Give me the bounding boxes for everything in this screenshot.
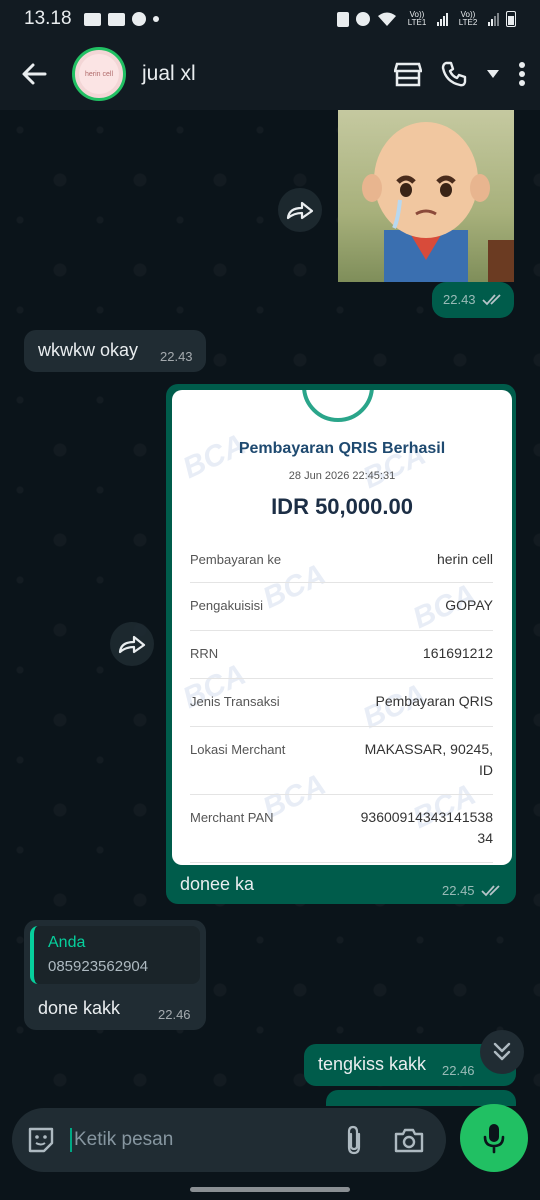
payment-receipt-image[interactable]: BCA BCA BCA BCA BCA BCA BCA BCA Pembayar… <box>172 390 512 865</box>
dropdown-icon[interactable] <box>486 69 500 79</box>
forward-button[interactable] <box>110 622 154 666</box>
row-value: 9360091434314153​8 <box>360 809 493 825</box>
message-input-placeholder: Ketik pesan <box>74 1129 174 1150</box>
app-icon <box>131 12 146 26</box>
receipt-row: Pembayaran ke herin cell <box>190 536 493 583</box>
receipt-row: Pengakuisisi GOPAY <box>190 582 493 631</box>
quoted-message[interactable]: Anda 085923562904 <box>30 926 200 984</box>
sticker-image[interactable] <box>338 110 514 282</box>
message-time: 22.45 <box>442 883 475 898</box>
message-time: 22.46 <box>442 1063 475 1078</box>
row-label: Lokasi Merchant <box>190 742 286 757</box>
lock-icon <box>337 11 349 27</box>
scroll-to-bottom-button[interactable] <box>480 1030 524 1074</box>
voice-record-button[interactable] <box>460 1104 528 1172</box>
chat-header: herin cell jual xl <box>0 38 540 110</box>
back-arrow-icon <box>22 63 47 85</box>
crying-character-sticker <box>362 122 514 282</box>
composer-actions <box>344 1125 424 1155</box>
chat-area[interactable]: 22.43 wkwkw okay 22.43 BCA BCA BCA BCA B… <box>0 110 540 1106</box>
sim2-label: Vo)) LTE2 <box>458 10 478 27</box>
battery-icon <box>506 11 516 27</box>
camera-icon[interactable] <box>394 1127 424 1153</box>
row-label: Pengakuisisi <box>190 598 263 613</box>
wifi-icon <box>378 12 396 26</box>
message-time: 22.43 <box>443 292 476 307</box>
avatar[interactable]: herin cell <box>72 47 126 101</box>
sim1-label: Vo)) LTE1 <box>407 10 427 27</box>
forward-button[interactable] <box>278 188 322 232</box>
more-vert-icon[interactable] <box>518 61 526 87</box>
receipt-datetime: 28 Jun 2026 22:45:31 <box>288 470 396 482</box>
shop-icon[interactable] <box>394 61 422 87</box>
row-value: 161691212 <box>422 645 493 661</box>
avatar-image: herin cell <box>79 54 119 94</box>
row-label: Merchant PAN <box>190 810 274 825</box>
incoming-message[interactable]: wkwkw okay 22.43 <box>24 330 206 372</box>
message-time: 22.43 <box>160 349 193 364</box>
home-indicator[interactable] <box>190 1187 350 1192</box>
forward-icon <box>286 201 314 220</box>
message-text: wkwkw okay <box>38 340 139 360</box>
quote-text: 085923562904 <box>48 958 149 975</box>
notification-icons <box>83 12 159 26</box>
row-label: Jenis Transaksi <box>190 694 280 709</box>
row-value-line2: ID <box>479 762 493 778</box>
message-text: tengkiss kakk <box>318 1054 427 1074</box>
receipt-row: RRN 161691212 <box>190 630 493 679</box>
message-input[interactable]: Ketik pesan <box>70 1128 173 1152</box>
phone-icon[interactable] <box>440 60 468 88</box>
status-time: 13.18 <box>24 8 72 29</box>
sticker-icon[interactable] <box>26 1125 56 1155</box>
message-composer: Ketik pesan <box>12 1108 446 1172</box>
receipt-row: Merchant PAN 9360091434314153​8 34 <box>190 794 493 863</box>
signal-icon-1 <box>437 12 448 26</box>
text-cursor <box>70 1128 72 1152</box>
image-caption: donee ka <box>180 874 255 894</box>
success-check-icon <box>302 390 374 422</box>
more-notifications-icon <box>152 16 159 22</box>
signal-icon-2 <box>488 12 499 26</box>
row-value: GOPAY <box>445 597 493 613</box>
receipt-row: Lokasi Merchant MAKASSAR, 90245, ID <box>190 726 493 795</box>
youtube-icon <box>107 12 125 26</box>
message-meta: 22.45 <box>442 883 503 898</box>
row-value-line2: 34 <box>477 830 493 846</box>
attach-icon[interactable] <box>344 1125 364 1155</box>
row-label: RRN <box>190 646 219 661</box>
message-text: done kakk <box>38 998 121 1018</box>
receipt-amount: IDR 50,000.00 <box>271 494 413 519</box>
back-button[interactable] <box>6 46 62 102</box>
mic-icon <box>483 1124 505 1154</box>
incoming-reply-message[interactable]: Anda 085923562904 done kakk 22.46 <box>24 920 206 1030</box>
contact-name[interactable]: jual xl <box>142 62 196 86</box>
receipt-title: Pembayaran QRIS Berhasil <box>238 440 446 457</box>
receipt-row: Jenis Transaksi Pembayaran QRIS <box>190 678 493 727</box>
row-value: MAKASSAR, 90245, <box>364 741 493 757</box>
message-time: 22.46 <box>158 1007 191 1022</box>
double-check-icon <box>481 293 501 305</box>
system-icons: Vo)) LTE1 Vo)) LTE2 <box>337 11 516 27</box>
status-bar: 13.18 Vo)) LTE1 Vo)) LTE2 <box>0 0 540 38</box>
alarm-icon <box>356 12 370 26</box>
row-value: herin cell <box>436 551 493 567</box>
system-nav-bar <box>0 1176 540 1200</box>
quote-author: Anda <box>48 934 86 951</box>
gallery-icon <box>83 12 101 26</box>
forward-icon <box>118 635 146 654</box>
row-label: Pembayaran ke <box>190 552 282 567</box>
row-value: Pembayaran QRIS <box>375 693 494 709</box>
chevron-double-down-icon <box>493 1042 511 1061</box>
double-check-icon <box>480 884 500 896</box>
header-actions <box>394 60 526 88</box>
sticker-meta-pill: 22.43 <box>432 282 514 318</box>
